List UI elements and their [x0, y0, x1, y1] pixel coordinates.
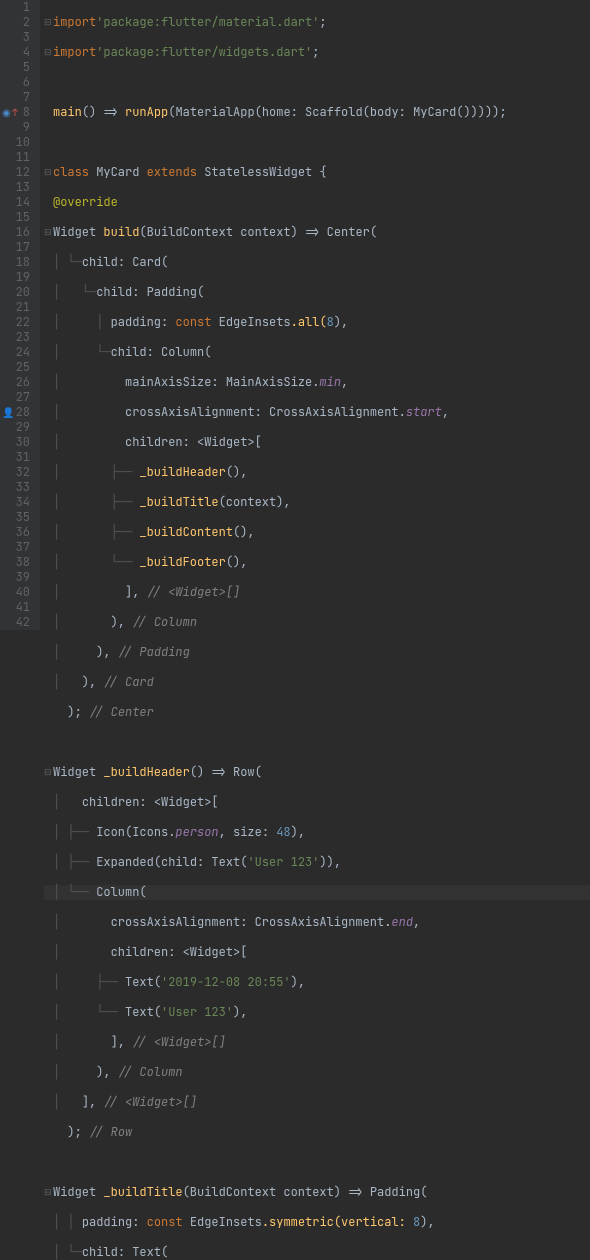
code-line: │ ├── _buildContent(),	[44, 525, 590, 540]
code-line	[44, 75, 590, 90]
code-line: │ │ padding: const EdgeInsets.symmetric(…	[44, 1215, 590, 1230]
code-line: │ ├── _buildHeader(),	[44, 465, 590, 480]
fold-icon[interactable]: ⊟	[44, 165, 52, 180]
code-line: │ └─child: Text(	[44, 1245, 590, 1260]
line-number-gutter: 1 2 3 4 5 6 7 ◉↑8 9 10 11 12 13 14 15 16…	[0, 0, 40, 630]
code-line: │ └─child: Column(	[44, 345, 590, 360]
code-line: ⊟import 'package:flutter/material.dart';	[44, 15, 590, 30]
code-line: │ ), // Column	[44, 615, 590, 630]
code-line-current: │ └── Column(	[44, 885, 590, 900]
code-line: ⊟ Widget _buildTitle(BuildContext contex…	[44, 1185, 590, 1200]
code-line	[44, 135, 590, 150]
code-line: │ crossAxisAlignment: CrossAxisAlignment…	[44, 405, 590, 420]
code-line: │ ├── _buildTitle(context),	[44, 495, 590, 510]
code-line: │ └─child: Card(	[44, 255, 590, 270]
code-line: ⊟class MyCard extends StatelessWidget {	[44, 165, 590, 180]
code-line: ⊟ Widget build(BuildContext context) => …	[44, 225, 590, 240]
code-line: ⊟ Widget _buildHeader() => Row(	[44, 765, 590, 780]
code-line	[44, 1155, 590, 1170]
fold-icon[interactable]: ⊟	[44, 765, 52, 780]
code-line: │ children: <Widget>[	[44, 795, 590, 810]
code-line: │ mainAxisSize: MainAxisSize.min,	[44, 375, 590, 390]
fold-icon[interactable]: ⊟	[44, 45, 52, 60]
code-line: │ ├── Icon(Icons.person, size: 48),	[44, 825, 590, 840]
code-line: │ ), // Column	[44, 1065, 590, 1080]
code-line: │ ), // Card	[44, 675, 590, 690]
code-line: main() => runApp(MaterialApp(home: Scaff…	[44, 105, 590, 120]
code-line: │ └── _buildFooter(),	[44, 555, 590, 570]
code-line: @override	[44, 195, 590, 210]
code-line: │ children: <Widget>[	[44, 435, 590, 450]
code-line: │ ), // Padding	[44, 645, 590, 660]
code-editor[interactable]: ⊟import 'package:flutter/material.dart';…	[40, 0, 590, 630]
code-line: │ crossAxisAlignment: CrossAxisAlignment…	[44, 915, 590, 930]
fold-icon[interactable]: ⊟	[44, 15, 52, 30]
code-line: │ └── Text('User 123'),	[44, 1005, 590, 1020]
code-line: │ ], // <Widget>[]	[44, 1035, 590, 1050]
person-gutter-icon[interactable]: 👤	[2, 405, 14, 420]
override-marker-icon[interactable]: ◉	[2, 105, 11, 120]
code-line: ); // Row	[44, 1125, 590, 1140]
code-line: ); // Center	[44, 705, 590, 720]
code-line: │ ├── Text('2019-12-08 20:55'),	[44, 975, 590, 990]
override-up-icon[interactable]: ↑	[12, 105, 18, 120]
code-line: │ └─child: Padding(	[44, 285, 590, 300]
code-line: │ ├── Expanded(child: Text('User 123')),	[44, 855, 590, 870]
code-line: │ children: <Widget>[	[44, 945, 590, 960]
code-line: ⊟import 'package:flutter/widgets.dart';	[44, 45, 590, 60]
code-line	[44, 735, 590, 750]
fold-icon[interactable]: ⊟	[44, 225, 52, 240]
fold-icon[interactable]: ⊟	[44, 1185, 52, 1200]
code-line: │ ], // <Widget>[]	[44, 585, 590, 600]
code-line: │ │ padding: const EdgeInsets.all(8),	[44, 315, 590, 330]
code-line: │ ], // <Widget>[]	[44, 1095, 590, 1110]
